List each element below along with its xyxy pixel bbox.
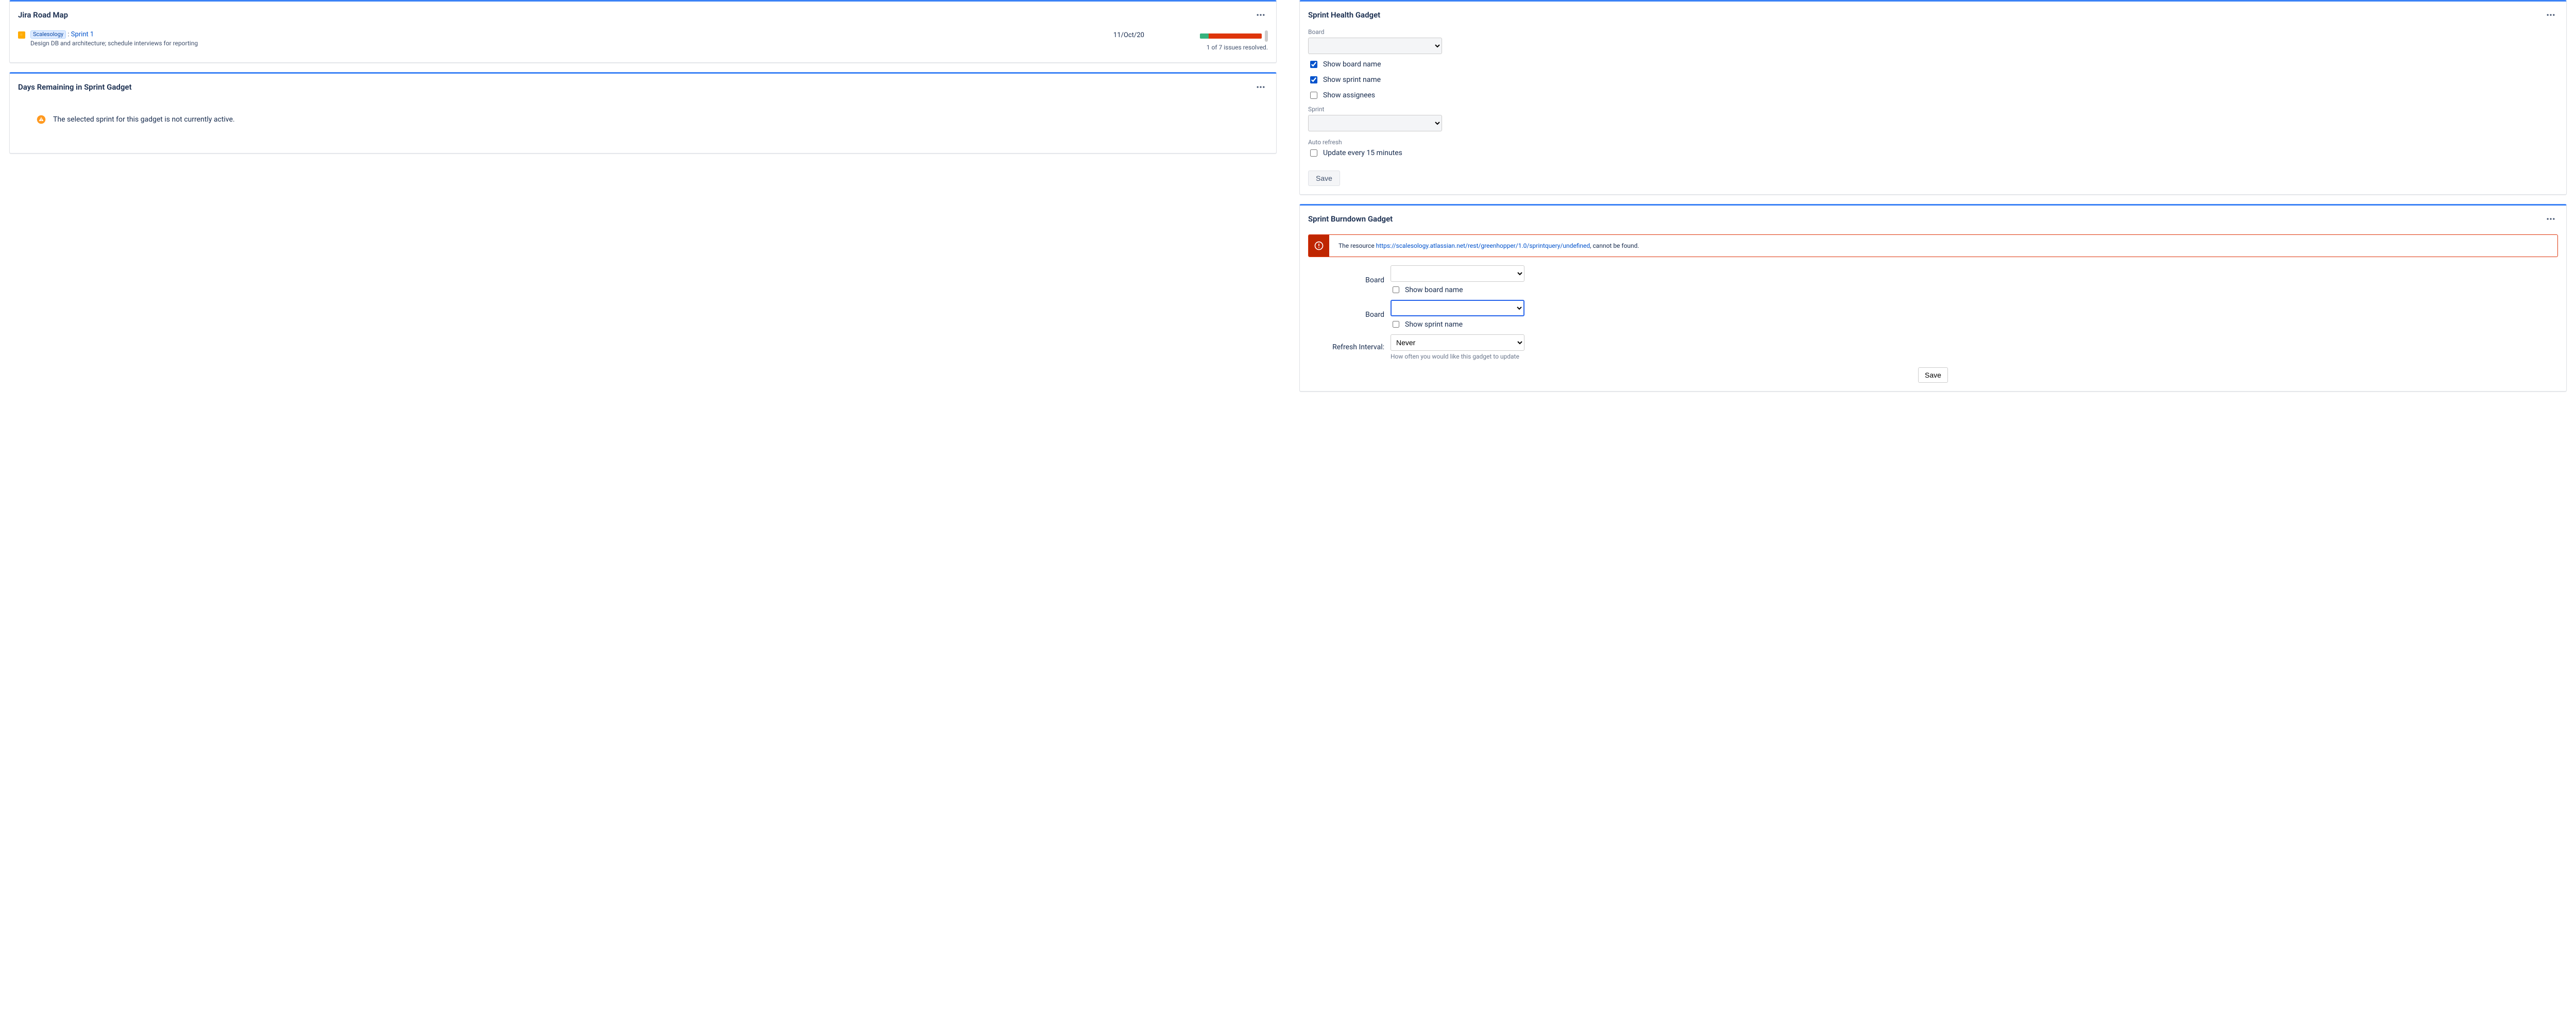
- show-assignees-label: Show assignees: [1323, 91, 1375, 99]
- sprint-burndown-gadget: Sprint Burndown Gadget The reso: [1299, 204, 2567, 392]
- show-board-name-checkbox[interactable]: [1393, 286, 1399, 293]
- warning-message: The selected sprint for this gadget is n…: [53, 115, 235, 124]
- show-board-name-label: Show board name: [1323, 60, 1381, 69]
- error-url-link[interactable]: https://scalesology.atlassian.net/rest/g…: [1376, 242, 1590, 249]
- save-button[interactable]: Save: [1918, 367, 1948, 383]
- board-select[interactable]: [1308, 38, 1442, 54]
- board-label: Board: [1308, 276, 1391, 284]
- gadget-title: Days Remaining in Sprint Gadget: [18, 82, 132, 92]
- more-horizontal-icon: [1256, 10, 1266, 20]
- save-button[interactable]: Save: [1308, 171, 1340, 186]
- board-label-2: Board: [1308, 311, 1391, 319]
- error-suffix: , cannot be found.: [1590, 242, 1639, 249]
- sprint-label: Sprint: [1308, 106, 2558, 113]
- show-sprint-name-checkbox[interactable]: [1310, 76, 1317, 83]
- sprint-health-gadget: Sprint Health Gadget Board Show board na…: [1299, 0, 2567, 195]
- auto-refresh-label: Auto refresh: [1308, 139, 2558, 146]
- more-actions-button[interactable]: [2544, 212, 2558, 226]
- roadmap-sprint-row: Scalesology : Sprint 1 Design DB and arc…: [18, 28, 1268, 54]
- board-select-1[interactable]: [1391, 265, 1524, 282]
- jira-roadmap-gadget: Jira Road Map Scalesology : Sprint 1 Des…: [9, 0, 1277, 63]
- progress-bar: [1200, 33, 1262, 39]
- refresh-interval-select[interactable]: Never: [1391, 334, 1524, 351]
- gadget-title: Jira Road Map: [18, 10, 68, 20]
- more-actions-button[interactable]: [1253, 80, 1268, 94]
- sprint-icon: [18, 31, 25, 39]
- more-actions-button[interactable]: [1253, 8, 1268, 22]
- sprint-date: 11/Oct/20: [1093, 30, 1165, 39]
- update-every-checkbox[interactable]: [1310, 149, 1317, 157]
- error-icon: [1314, 241, 1324, 251]
- error-prefix: The resource: [1338, 242, 1376, 249]
- sprint-link[interactable]: Sprint 1: [71, 30, 94, 38]
- resolved-count: 1 of 7 issues resolved.: [1207, 44, 1268, 51]
- show-assignees-checkbox[interactable]: [1310, 92, 1317, 99]
- show-sprint-name-label: Show sprint name: [1405, 320, 1463, 329]
- error-banner: The resource https://scalesology.atlassi…: [1308, 234, 2558, 257]
- show-board-name-checkbox[interactable]: [1310, 61, 1317, 68]
- refresh-interval-label: Refresh Interval:: [1308, 343, 1391, 351]
- progress-remaining: [1209, 33, 1262, 39]
- refresh-help-text: How often you would like this gadget to …: [1391, 353, 2558, 360]
- gadget-title: Sprint Health Gadget: [1308, 10, 1380, 20]
- gadget-title: Sprint Burndown Gadget: [1308, 214, 1393, 224]
- sprint-select[interactable]: [1308, 115, 1442, 131]
- more-horizontal-icon: [2546, 214, 2556, 224]
- show-sprint-name-checkbox[interactable]: [1393, 321, 1399, 328]
- more-horizontal-icon: [2546, 10, 2556, 20]
- show-sprint-name-label: Show sprint name: [1323, 76, 1381, 84]
- more-horizontal-icon: [1256, 82, 1266, 92]
- warning-icon: [37, 115, 46, 124]
- days-remaining-gadget: Days Remaining in Sprint Gadget The sele…: [9, 72, 1277, 154]
- board-select-2[interactable]: [1391, 300, 1524, 316]
- update-every-label: Update every 15 minutes: [1323, 149, 1402, 157]
- resize-handle[interactable]: [1265, 30, 1268, 42]
- board-label: Board: [1308, 28, 2558, 36]
- progress-done: [1200, 33, 1209, 39]
- more-actions-button[interactable]: [2544, 8, 2558, 22]
- sprint-description: Design DB and architecture; schedule int…: [30, 40, 1088, 47]
- project-lozenge[interactable]: Scalesology: [30, 30, 66, 39]
- show-board-name-label: Show board name: [1405, 286, 1463, 294]
